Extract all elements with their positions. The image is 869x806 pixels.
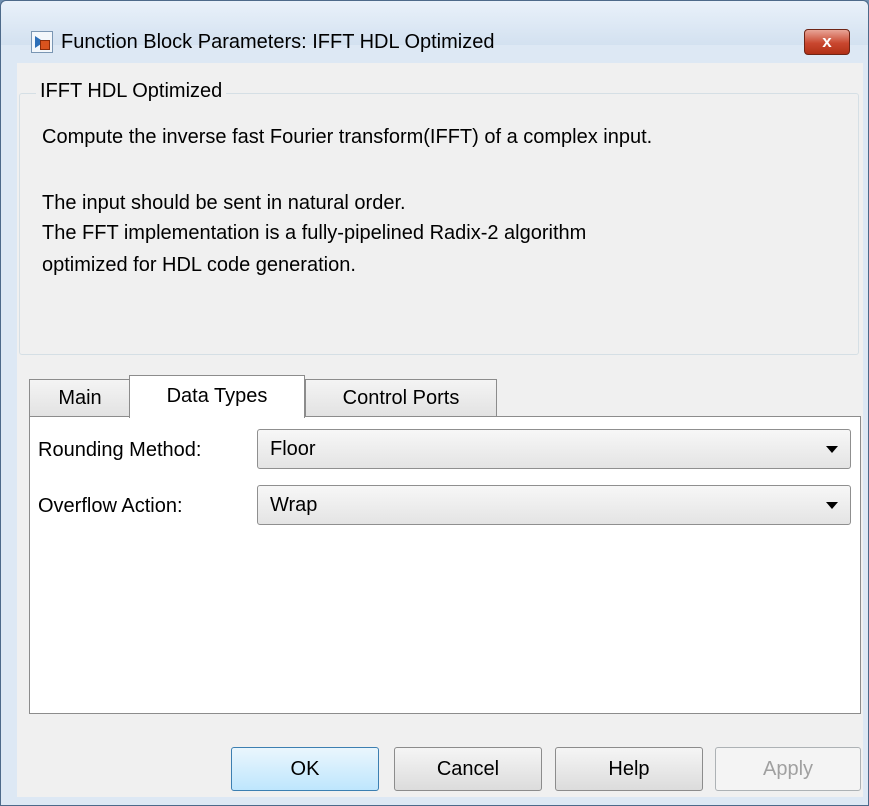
dialog-window: Function Block Parameters: IFFT HDL Opti… (0, 0, 869, 806)
description-line: The input should be sent in natural orde… (42, 192, 406, 214)
tab-main-label: Main (58, 387, 102, 409)
help-button[interactable]: Help (555, 747, 703, 791)
description-line: optimized for HDL code generation. (42, 254, 356, 276)
dialog-client: IFFT HDL Optimized Compute the inverse f… (17, 63, 863, 797)
description-line: The FFT implementation is a fully-pipeli… (42, 222, 587, 244)
rounding-method-label: Rounding Method: (38, 439, 202, 461)
ok-button[interactable]: OK (231, 747, 379, 791)
tab-data-types[interactable]: Data Types (129, 375, 305, 418)
overflow-action-label: Overflow Action: (38, 495, 183, 517)
tab-control-ports[interactable]: Control Ports (305, 379, 497, 417)
tab-control-ports-label: Control Ports (342, 387, 460, 409)
group-title: IFFT HDL Optimized (36, 80, 227, 103)
tab-main[interactable]: Main (29, 379, 131, 417)
description-group: IFFT HDL Optimized Compute the inverse f… (19, 80, 859, 355)
overflow-action-select[interactable]: Wrap (257, 485, 851, 525)
simulink-block-icon (31, 31, 53, 53)
close-button[interactable]: x (804, 29, 850, 55)
window-title: Function Block Parameters: IFFT HDL Opti… (61, 31, 495, 53)
chevron-down-icon (826, 446, 838, 453)
data-types-panel: Rounding Method: Floor Overflow Action: … (29, 416, 861, 714)
rounding-method-select[interactable]: Floor (257, 429, 851, 469)
overflow-action-value: Wrap (270, 494, 318, 516)
rounding-method-value: Floor (270, 438, 316, 460)
chevron-down-icon (826, 502, 838, 509)
tab-data-types-label: Data Types (166, 385, 268, 407)
description-line: Compute the inverse fast Fourier transfo… (42, 126, 653, 148)
cancel-button[interactable]: Cancel (394, 747, 542, 791)
title-bar[interactable]: Function Block Parameters: IFFT HDL Opti… (1, 1, 868, 55)
apply-button[interactable]: Apply (715, 747, 861, 791)
close-icon: x (822, 32, 832, 51)
tab-bar: Main Data Types Control Ports (29, 375, 863, 418)
